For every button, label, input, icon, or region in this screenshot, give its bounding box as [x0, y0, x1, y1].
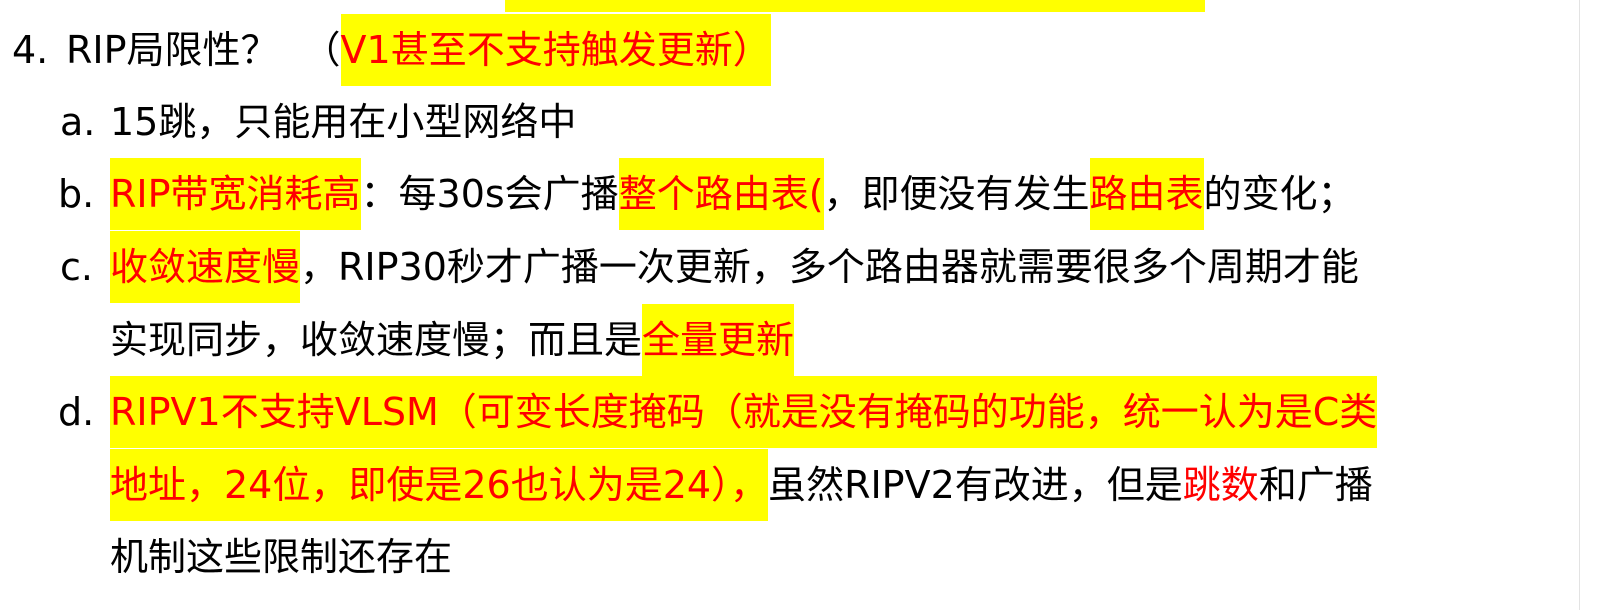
item-c-marker: c.: [60, 245, 93, 289]
heading-paren: （: [302, 28, 341, 72]
item-d-line-1: RIPV1不支持VLSM（可变长度掩码（就是没有掩码的功能，统一认为是C类: [110, 376, 1378, 448]
item-c-highlight-1: 收敛速度慢: [110, 231, 301, 303]
item-b-text-3: 的变化；: [1203, 172, 1356, 216]
item-d-line-3: 机制这些限制还存在: [110, 521, 452, 593]
heading-line: RIP局限性？ （ V1甚至不支持触发更新）: [66, 14, 771, 86]
item-d-marker: d.: [58, 390, 95, 434]
top-highlight-strip: [505, 0, 1205, 12]
heading-number: 4.: [12, 28, 49, 72]
item-c-text-2: 实现同步，收敛速度慢；而且是: [110, 318, 643, 362]
item-a-marker: a.: [60, 100, 96, 144]
item-d-text-3: 机制这些限制还存在: [110, 535, 453, 579]
item-d-red-text: 跳数: [1182, 463, 1259, 507]
item-b-text-2: ，即便没有发生: [823, 172, 1090, 216]
item-b-marker: b.: [58, 172, 95, 216]
item-c-line-2: 实现同步，收敛速度慢；而且是 全量更新: [110, 304, 795, 376]
item-b-line: RIP带宽消耗高 ：每30s会广播 整个路由表( ，即便没有发生 路由表 的变化…: [110, 158, 1356, 230]
item-d-line-2: 地址，24位，即使是26也认为是24）， 虽然RIPV2有改进，但是 跳数 和广…: [110, 449, 1373, 521]
item-b-highlight-2: 整个路由表(: [618, 158, 824, 230]
page-right-border: [1579, 0, 1580, 610]
item-d-text-1: 虽然RIPV2有改进，但是: [768, 463, 1183, 507]
item-d-highlight-1: RIPV1不支持VLSM（可变长度掩码（就是没有掩码的功能，统一认为是C类: [110, 376, 1378, 448]
item-c-highlight-2: 全量更新: [642, 304, 795, 376]
item-b-text-1: ：每30s会广播: [360, 172, 619, 216]
item-d-highlight-2: 地址，24位，即使是26也认为是24），: [110, 449, 769, 521]
item-c-line-1: 收敛速度慢 ，RIP30秒才广播一次更新，多个路由器就需要很多个周期才能: [110, 231, 1359, 303]
item-d-text-2: 和广播: [1258, 463, 1373, 507]
item-a-text: 15跳，只能用在小型网络中: [110, 100, 577, 144]
heading-note-highlight: V1甚至不支持触发更新）: [340, 14, 771, 86]
item-c-text-1: ，RIP30秒才广播一次更新，多个路由器就需要很多个周期才能: [300, 245, 1359, 289]
item-b-highlight-1: RIP带宽消耗高: [110, 158, 361, 230]
item-b-highlight-3: 路由表: [1089, 158, 1204, 230]
item-a-line: 15跳，只能用在小型网络中: [110, 86, 576, 158]
heading-title: RIP局限性？: [66, 28, 279, 72]
